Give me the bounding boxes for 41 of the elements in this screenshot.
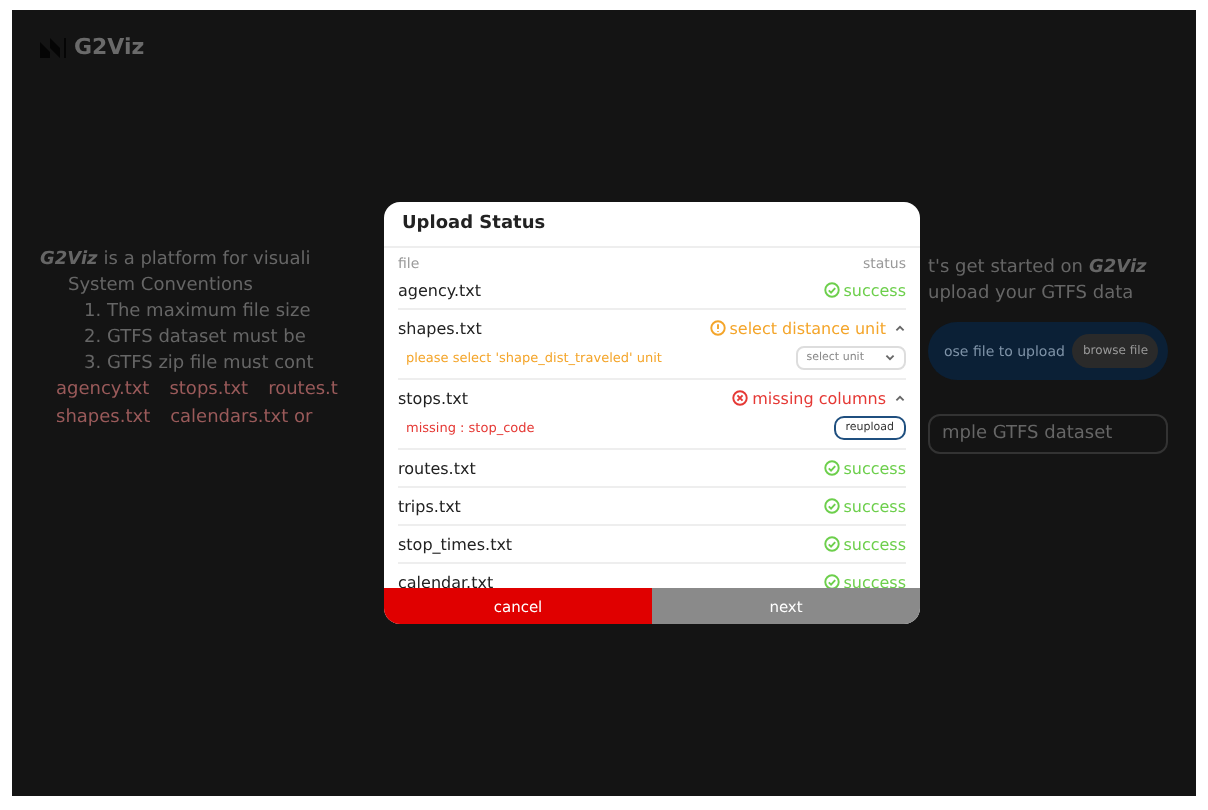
error-icon (732, 390, 749, 406)
status-label: select distance unit (709, 319, 886, 337)
check-circle-icon (823, 282, 840, 298)
file-name: stops.txt (398, 389, 468, 407)
status-label: missing columns (732, 389, 886, 407)
chevron-icon[interactable] (884, 352, 896, 364)
file-tag: agency.txt (56, 380, 150, 400)
file-name: trips.txt (398, 497, 461, 515)
warning-icon (709, 320, 726, 336)
status-label: success (823, 535, 906, 553)
brand-name: G2Viz (1088, 258, 1147, 278)
sample-dropdown[interactable]: mple GTFS dataset (928, 414, 1168, 454)
upload-text: upload your GTFS data (928, 284, 1136, 304)
file-name: stop_times.txt (398, 535, 513, 553)
status-label: success (823, 281, 906, 299)
file-name: routes.txt (398, 459, 476, 477)
chevron-icon[interactable] (894, 322, 906, 334)
file-tag: routes.t (268, 380, 338, 400)
file-name: calendar.txt (398, 573, 494, 588)
check-circle-icon (823, 498, 840, 514)
file-tag: calendars.txt or (170, 408, 313, 428)
file-name: agency.txt (398, 281, 482, 299)
dialog-title: Upload Status (384, 202, 920, 248)
check-circle-icon (823, 574, 840, 588)
convention-item: 1. The maximum file size (82, 302, 313, 322)
file-tag: shapes.txt (56, 408, 151, 428)
convention-item: 2. GTFS dataset must be (82, 328, 308, 348)
chevron-icon[interactable] (894, 392, 906, 404)
check-circle-icon (823, 460, 840, 476)
logo-text: G2Viz (74, 34, 145, 60)
check-circle-icon (823, 536, 840, 552)
status-label: success (823, 573, 906, 588)
brand-name: G2Viz (40, 250, 98, 270)
file-tag: stops.txt (169, 380, 249, 400)
file-name: shapes.txt (398, 319, 482, 337)
start-text: t's get started on (928, 258, 1083, 278)
convention-item: 3. GTFS zip file must cont (82, 354, 316, 374)
conventions-title: System Conventions (66, 276, 255, 296)
status-label: success (823, 459, 906, 477)
intro-text: is a platform for visuali (103, 250, 311, 270)
status-label: success (823, 497, 906, 515)
